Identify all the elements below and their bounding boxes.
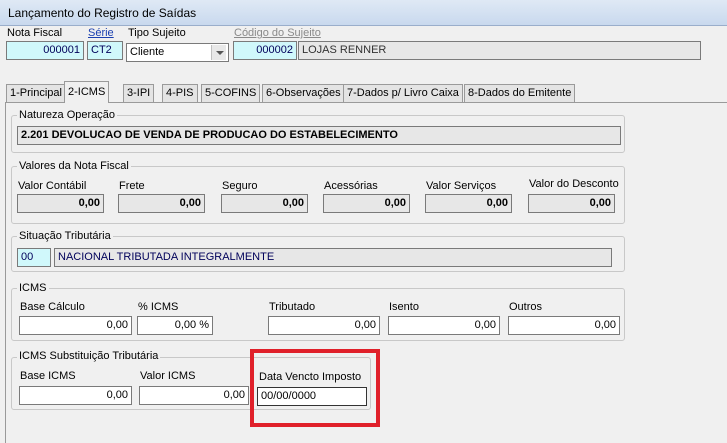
serie-label[interactable]: Série: [88, 27, 114, 39]
valor-desconto-field: 0,00: [528, 194, 615, 213]
situacao-description-field: NACIONAL TRIBUTADA INTEGRALMENTE: [54, 248, 612, 267]
valor-contabil-field: 0,00: [17, 194, 104, 213]
base-calculo-field[interactable]: 0,00: [19, 316, 132, 335]
tab-label: 1-Principal: [10, 87, 62, 99]
tab-label: 4-PIS: [166, 87, 194, 99]
tab-dados-emitente[interactable]: 8-Dados do Emitente: [464, 84, 576, 102]
tab-label: 6-Observações: [266, 87, 341, 99]
highlight-box: [250, 349, 380, 427]
percent-icms-field[interactable]: 0,00 %: [137, 316, 213, 335]
seguro-label: Seguro: [222, 180, 258, 192]
frete-label: Frete: [119, 180, 145, 192]
tab-observacoes[interactable]: 6-Observações: [262, 84, 345, 102]
tipo-sujeito-label: Tipo Sujeito: [128, 27, 186, 39]
valor-contabil-label: Valor Contábil: [18, 180, 87, 192]
isento-label: Isento: [389, 301, 419, 313]
acessorias-field: 0,00: [323, 194, 410, 213]
valor-servicos-label: Valor Serviços: [426, 180, 497, 192]
tributado-field[interactable]: 0,00: [268, 316, 380, 335]
valor-desconto-label: Valor do Desconto: [529, 178, 619, 190]
sujeito-nome-field: LOJAS RENNER: [298, 41, 701, 60]
tab-ipi[interactable]: 3-IPI: [123, 84, 155, 102]
valor-icms-field[interactable]: 0,00: [139, 386, 249, 405]
tab-pis[interactable]: 4-PIS: [162, 84, 198, 102]
nota-fiscal-field[interactable]: 000001: [6, 41, 84, 60]
seguro-field: 0,00: [221, 194, 308, 213]
base-icms-label: Base ICMS: [20, 370, 76, 382]
tab-icms[interactable]: 2-ICMS: [64, 81, 110, 103]
tab-cofins[interactable]: 5-COFINS: [201, 84, 261, 102]
serie-field[interactable]: CT2: [87, 41, 123, 60]
natureza-field: 2.201 DEVOLUCAO DE VENDA DE PRODUCAO DO …: [17, 126, 621, 145]
tab-label: 5-COFINS: [205, 87, 257, 99]
tab-label: 7-Dados p/ Livro Caixa: [347, 87, 459, 99]
tab-principal[interactable]: 1-Principal: [6, 84, 66, 102]
natureza-title: Natureza Operação: [17, 109, 117, 121]
nota-fiscal-label: Nota Fiscal: [7, 27, 63, 39]
base-calculo-label: Base Cálculo: [20, 301, 85, 313]
window-title: Lançamento do Registro de Saídas: [8, 6, 197, 20]
valores-title: Valores da Nota Fiscal: [17, 160, 131, 172]
outros-label: Outros: [509, 301, 543, 313]
tab-label: 2-ICMS: [68, 86, 106, 98]
tab-label: 8-Dados do Emitente: [468, 87, 572, 99]
situacao-title: Situação Tributária: [17, 230, 113, 242]
title-bar: Lançamento do Registro de Saídas: [0, 0, 727, 26]
acessorias-label: Acessórias: [324, 180, 378, 192]
base-icms-field[interactable]: 0,00: [19, 386, 132, 405]
valor-servicos-field: 0,00: [425, 194, 512, 213]
isento-field[interactable]: 0,00: [388, 316, 500, 335]
outros-field[interactable]: 0,00: [508, 316, 620, 335]
percent-icms-label: % ICMS: [138, 301, 179, 313]
icms-title: ICMS: [17, 282, 49, 294]
chevron-down-icon[interactable]: [211, 45, 226, 60]
codigo-sujeito-label: Código do Sujeito: [234, 27, 321, 39]
tab-livro-caixa[interactable]: 7-Dados p/ Livro Caixa: [343, 84, 463, 102]
valor-icms-label: Valor ICMS: [140, 370, 196, 382]
tipo-sujeito-select[interactable]: Cliente: [126, 43, 229, 62]
tipo-sujeito-value: Cliente: [130, 46, 165, 58]
situacao-code-field[interactable]: 00: [17, 248, 51, 267]
tab-label: 3-IPI: [127, 87, 151, 99]
frete-field: 0,00: [118, 194, 205, 213]
codigo-sujeito-field[interactable]: 000002: [233, 41, 297, 60]
st-title: ICMS Substituição Tributária: [17, 350, 161, 362]
tributado-label: Tributado: [269, 301, 316, 313]
